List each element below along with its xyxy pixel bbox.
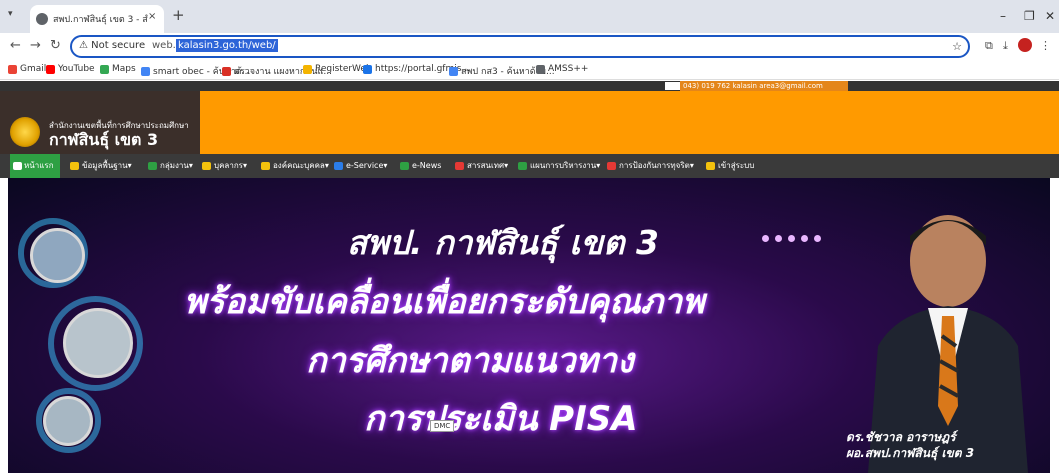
bookmark-label: Gmail [20, 64, 47, 74]
forward-arrow-icon[interactable]: → [30, 38, 41, 53]
nav-label: การป้องกันการทุจริต▾ [619, 161, 694, 170]
tab-title: สพป.กาฬสินธุ์ เขต 3 - สำนักงานเข... [53, 15, 148, 25]
nav-label: องค์คณะบุคคล▾ [273, 161, 329, 170]
banner-photo-1 [30, 228, 85, 283]
org-logo-icon[interactable] [10, 117, 40, 147]
dmc-tooltip: DMC [430, 420, 455, 432]
site-navigation: หน้าแรก ข้อมูลพื้นฐาน▾ กลุ่มงาน▾ บุคลากร▾ อง… [0, 154, 1059, 178]
nav-label: ข้อมูลพื้นฐาน▾ [82, 161, 132, 170]
nav-item[interactable]: แผนการบริหารงาน▾ [518, 154, 600, 178]
nav-icon [706, 162, 715, 170]
browser-tab[interactable]: สพป.กาฬสินธุ์ เขต 3 - สำนักงานเข... × [30, 5, 164, 33]
site-header-banner [200, 91, 1059, 154]
new-tab-button[interactable]: + [172, 6, 185, 24]
decor-dot [775, 235, 782, 242]
nav-item[interactable]: ข้อมูลพื้นฐาน▾ [70, 154, 132, 178]
nav-icon [202, 162, 211, 170]
bookmark-favicon-icon [141, 66, 150, 76]
nav-item[interactable]: เข้าสู่ระบบ [706, 154, 754, 178]
bookmark-favicon-icon [363, 64, 372, 74]
bookmark-favicon-icon [536, 64, 545, 74]
nav-item[interactable]: e-Service▾ [334, 154, 387, 178]
bookmark-star-icon[interactable]: ☆ [952, 40, 962, 53]
tab-favicon-icon [36, 13, 48, 25]
browser-toolbar: ← → ↻ ⚠ Not secure web. kalasin3.go.th/w… [0, 33, 1059, 60]
bookmark-label: Maps [112, 64, 136, 74]
decor-dot [801, 235, 808, 242]
nav-label: เข้าสู่ระบบ [718, 161, 755, 170]
bookmark-favicon-icon [222, 66, 231, 76]
nav-label: บุคลากร▾ [214, 161, 247, 170]
nav-item[interactable]: การป้องกันการทุจริต▾ [607, 154, 694, 178]
bookmarks-bar: Gmail YouTube Maps smart obec - ค้นหาด้... ต… [0, 60, 1059, 80]
director-title: ผอ.สพป.กาฬสินธุ์ เขต 3 [846, 446, 975, 460]
minimize-button[interactable]: – [1000, 9, 1006, 23]
reload-icon[interactable]: ↻ [50, 38, 61, 53]
org-title[interactable]: กาฬสินธุ์ เขต 3 [49, 128, 158, 153]
banner-line-4: การประเมิน PISA [364, 399, 638, 439]
nav-item[interactable]: หน้าแรก [10, 154, 60, 178]
decor-dots [762, 235, 821, 242]
nav-icon [261, 162, 270, 170]
bookmark-favicon-icon [8, 64, 17, 74]
nav-label: สารสนเทศ▾ [467, 161, 509, 170]
decor-dot [762, 235, 769, 242]
banner-photo-2 [63, 308, 133, 378]
security-label: Not secure [91, 40, 146, 51]
extensions-icon[interactable]: ⧉ [985, 39, 993, 53]
banner-line-2: พร้อมขับเคลื่อนเพื่อยกระดับคุณภาพ [184, 282, 705, 322]
bookmark-item[interactable]: RegisterWeb [303, 64, 372, 74]
nav-label: e-Service▾ [346, 161, 388, 170]
browser-tab-strip: ▾ สพป.กาฬสินธุ์ เขต 3 - สำนักงานเข... × … [0, 0, 1059, 33]
more-menu-icon[interactable]: ⋮ [1040, 39, 1051, 52]
bookmark-favicon-icon [46, 64, 55, 74]
bookmark-item[interactable]: Gmail [8, 64, 46, 74]
bookmark-label: AMSS++ [548, 64, 589, 74]
nav-label: แผนการบริหารงาน▾ [530, 161, 601, 170]
site-top-strip [0, 81, 1059, 91]
nav-item[interactable]: สารสนเทศ▾ [455, 154, 508, 178]
bookmark-favicon-icon [449, 66, 458, 76]
back-arrow-icon[interactable]: ← [10, 38, 21, 53]
nav-icon [518, 162, 527, 170]
nav-icon [455, 162, 464, 170]
url-selected: kalasin3.go.th/web/ [176, 39, 278, 52]
banner-heading: สพป. กาฬสินธุ์ เขต 3 [347, 223, 659, 262]
bookmark-favicon-icon [303, 64, 312, 74]
nav-item[interactable]: องค์คณะบุคคล▾ [261, 154, 329, 178]
tab-search-chevron-icon[interactable]: ▾ [8, 9, 22, 23]
download-icon[interactable]: ⤓ [1003, 39, 1008, 53]
url-prefix: web. [152, 40, 176, 51]
close-window-button[interactable]: ✕ [1045, 9, 1055, 23]
nav-icon [400, 162, 409, 170]
decor-dot [814, 235, 821, 242]
bookmark-item[interactable]: Maps [100, 64, 136, 74]
nav-icon [607, 162, 616, 170]
nav-icon [13, 162, 22, 170]
banner-photo-3 [43, 396, 93, 446]
tab-close-icon[interactable]: × [148, 11, 156, 22]
contact-info: 043) 019 762 kalasin area3@gmail.com [680, 81, 848, 91]
bookmark-item[interactable]: AMSS++ [536, 64, 588, 74]
banner-line-3: การศึกษาตามแนวทาง [306, 341, 634, 381]
nav-label: กลุ่มงาน▾ [160, 161, 193, 170]
security-indicator[interactable]: ⚠ Not secure [79, 40, 145, 51]
nav-icon [334, 162, 343, 170]
decor-dot [788, 235, 795, 242]
nav-item[interactable]: บุคลากร▾ [202, 154, 247, 178]
bookmark-favicon-icon [100, 64, 109, 74]
nav-label: หน้าแรก [24, 161, 54, 170]
nav-icon [148, 162, 157, 170]
nav-item[interactable]: e-News [400, 154, 441, 178]
restore-button[interactable]: ❐ [1024, 9, 1035, 23]
social-icons[interactable] [665, 82, 680, 90]
bookmark-label: YouTube [58, 64, 95, 74]
nav-icon [70, 162, 79, 170]
address-bar[interactable]: ⚠ Not secure web. kalasin3.go.th/web/ ☆ [70, 35, 970, 58]
bookmark-item[interactable]: YouTube [46, 64, 95, 74]
profile-avatar[interactable] [1018, 38, 1032, 52]
nav-item[interactable]: กลุ่มงาน▾ [148, 154, 193, 178]
nav-label: e-News [412, 161, 442, 170]
hero-banner: สพป. กาฬสินธุ์ เขต 3 พร้อมขับเคลื่อนเพื่… [8, 178, 1050, 473]
